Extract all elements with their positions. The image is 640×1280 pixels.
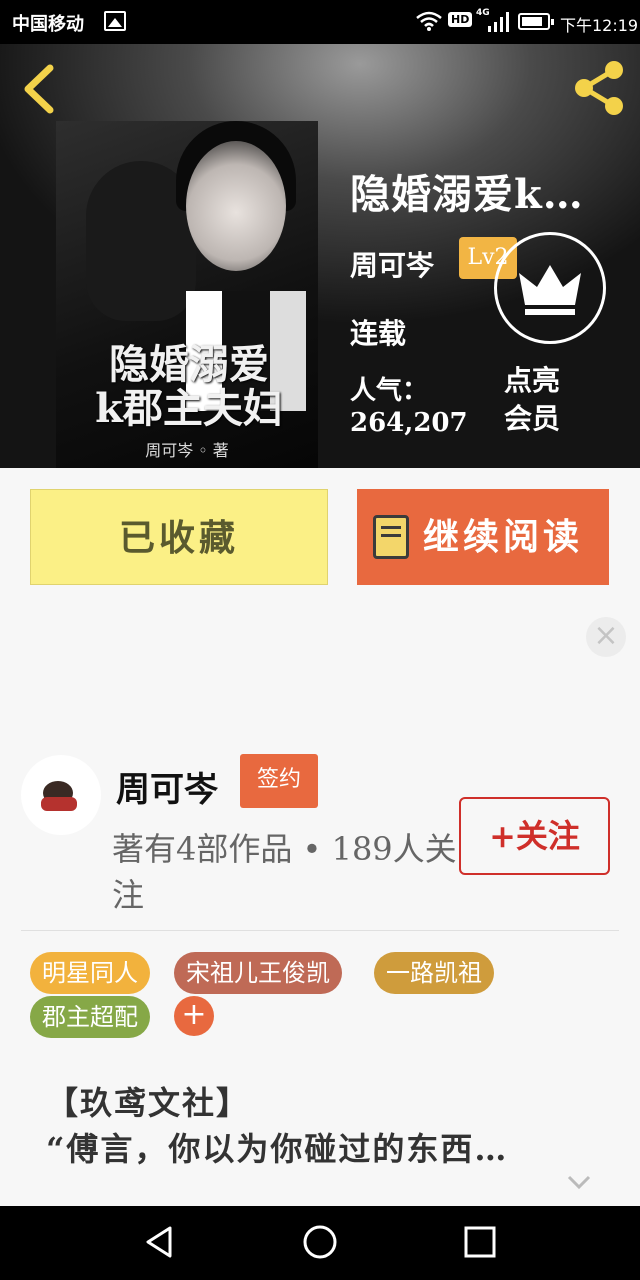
- serial-status: 连载: [350, 317, 407, 350]
- description-line-2: “傅言，你以为你碰过的东西…: [46, 1130, 509, 1168]
- follow-button[interactable]: +关注: [459, 797, 610, 875]
- author-works-summary: 著有4部作品 • 189人关注: [112, 830, 457, 914]
- collected-button[interactable]: 已收藏: [30, 489, 328, 585]
- author-avatar[interactable]: [21, 755, 101, 835]
- tag-item[interactable]: 明星同人: [30, 952, 150, 994]
- hd-badge: HD: [448, 12, 473, 27]
- share-icon[interactable]: [570, 58, 628, 118]
- nav-home-icon[interactable]: [302, 1224, 338, 1260]
- book-title: 隐婚溺爱k…: [350, 171, 584, 218]
- book-cover[interactable]: 隐婚溺爱 k郡主夫妇 周可岑 ◦ 著: [56, 121, 318, 468]
- book-header: 隐婚溺爱 k郡主夫妇 周可岑 ◦ 著 隐婚溺爱k… 周可岑 Lv2 连载 人气：…: [0, 44, 640, 468]
- continue-reading-button[interactable]: 继续阅读: [357, 489, 609, 585]
- signal-icon: [488, 12, 509, 32]
- vip-crown-button[interactable]: [494, 232, 606, 344]
- system-nav-bar: [0, 1206, 640, 1280]
- clock: 下午12:19: [560, 16, 639, 35]
- add-tag-button[interactable]: +: [174, 996, 214, 1036]
- author-name[interactable]: 周可岑: [116, 762, 218, 811]
- cover-author: 周可岑 ◦ 著: [145, 441, 229, 460]
- carrier-name: 中国移动: [12, 14, 84, 35]
- status-bar: 中国移动 HD 4G 下午12:19: [0, 0, 640, 44]
- book-author[interactable]: 周可岑: [350, 244, 434, 284]
- vip-activate-link[interactable]: 点亮 会员: [504, 362, 584, 438]
- tag-item[interactable]: 一路凯祖: [374, 952, 494, 994]
- cover-title: 隐婚溺爱 k郡主夫妇: [95, 341, 283, 432]
- signed-badge: 签约: [240, 754, 318, 808]
- divider: [21, 930, 619, 931]
- popularity-label: 人气：: [350, 376, 429, 406]
- chevron-down-icon[interactable]: [566, 1172, 592, 1192]
- nav-back-icon[interactable]: [142, 1224, 178, 1260]
- nav-recent-icon[interactable]: [462, 1224, 498, 1260]
- continue-reading-label: 继续阅读: [423, 516, 584, 558]
- close-icon[interactable]: ×: [586, 617, 626, 657]
- battery-icon: [518, 13, 554, 30]
- book-icon: [373, 515, 409, 559]
- cover-figure-right: [186, 141, 286, 271]
- image-notification-icon: [104, 11, 126, 31]
- crown-icon: [519, 265, 581, 315]
- description-line-1: 【玖鸢文社】: [46, 1084, 251, 1122]
- popularity-value: 264,207: [350, 408, 468, 438]
- avatar-figure-body: [41, 797, 77, 811]
- tag-item[interactable]: 郡主超配: [30, 996, 150, 1038]
- wifi-icon: [416, 11, 442, 31]
- tag-item[interactable]: 宋祖儿王俊凯: [174, 952, 342, 994]
- back-arrow-icon[interactable]: [20, 64, 60, 114]
